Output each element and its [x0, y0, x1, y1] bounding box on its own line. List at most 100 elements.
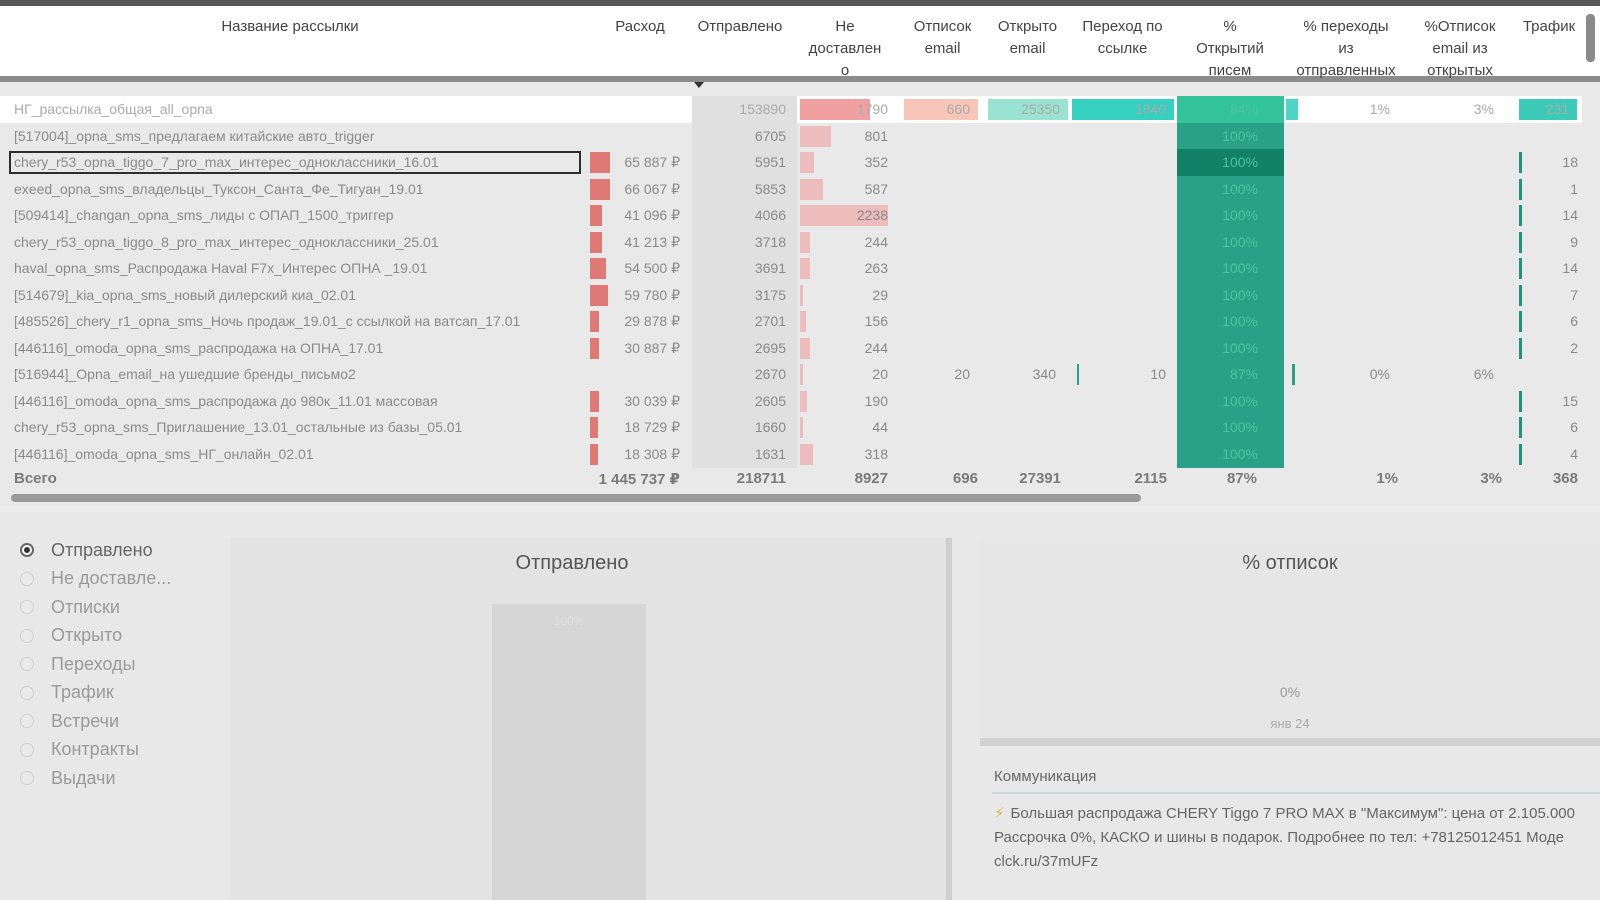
open-pct-cell: 100% — [1177, 255, 1284, 282]
table-row[interactable]: chery_r53_opna_tiggo_7_pro_max_интерес_о… — [0, 149, 1582, 176]
metric-label[interactable]: Открыто — [51, 625, 122, 646]
table-row[interactable]: [485526]_chery_r1_opna_sms_Ночь продаж_1… — [0, 308, 1582, 335]
table-row[interactable]: chery_r53_opna_sms_Приглашение_13.01_ост… — [0, 414, 1582, 441]
row-not-delivered: 244 — [864, 339, 888, 356]
row-name[interactable]: haval_opna_sms_Распродажа Haval F7x_Инте… — [14, 260, 574, 276]
header-name[interactable]: Название рассылки — [170, 16, 410, 38]
row-name[interactable]: chery_r53_opna_tiggo_8_pro_max_интерес_о… — [14, 234, 574, 250]
row-open-pct: 100% — [1222, 180, 1258, 197]
header-unsub-email[interactable]: Отписок email — [900, 16, 985, 60]
radio-icon[interactable] — [20, 685, 34, 700]
table-row[interactable]: [516944]_Opna_email_на ушедшие бренды_пи… — [0, 361, 1582, 388]
row-name[interactable]: [446116]_omoda_opna_sms_НГ_онлайн_02.01 — [14, 446, 574, 462]
radio-icon[interactable] — [20, 571, 34, 586]
row-traffic: 14 — [1562, 260, 1578, 276]
row-name[interactable]: [514679]_kia_opna_sms_новый дилерский ки… — [14, 287, 574, 303]
row-name[interactable]: [517004]_opna_sms_предлагаем китайские а… — [14, 128, 574, 144]
row-traffic: 1 — [1570, 180, 1578, 197]
open-pct-cell: 100% — [1177, 440, 1284, 468]
row-traffic: 15 — [1562, 392, 1578, 409]
metric-label[interactable]: Выдачи — [51, 768, 116, 789]
row-unsub-pct: 3% — [1473, 101, 1494, 117]
table-row[interactable]: [517004]_opna_sms_предлагаем китайские а… — [0, 122, 1582, 150]
radio-icon[interactable] — [20, 771, 34, 786]
total-click-pct: 1% — [1376, 470, 1398, 487]
row-sent: 2695 — [754, 339, 786, 356]
header-traffic[interactable]: Трафик — [1514, 16, 1584, 38]
table-row[interactable]: haval_opna_sms_Распродажа Haval F7x_Инте… — [0, 255, 1582, 282]
total-traffic: 368 — [1552, 470, 1578, 487]
table-row[interactable]: [446116]_omoda_opna_sms_НГ_онлайн_02.01 1… — [0, 440, 1582, 468]
metric-label[interactable]: Встречи — [51, 711, 119, 732]
metric-label[interactable]: Отписки — [51, 597, 120, 618]
row-name[interactable]: [509414]_changan_opna_sms_лиды с ОПАП_15… — [14, 207, 574, 223]
radio-icon[interactable] — [20, 657, 34, 672]
metric-option[interactable]: Выдачи — [20, 764, 171, 793]
radio-icon[interactable] — [20, 600, 34, 615]
sort-desc-icon[interactable] — [694, 82, 704, 88]
clicks-bar — [1077, 364, 1079, 385]
open-pct-cell: 84% — [1177, 96, 1284, 123]
header-unsub-pct[interactable]: %Отписок email из открытых — [1406, 16, 1514, 82]
row-name[interactable]: НГ_рассылка_общая_all_opna — [14, 101, 574, 117]
metric-label[interactable]: Отправлено — [51, 540, 153, 561]
open-pct-cell: 100% — [1177, 175, 1284, 203]
radio-icon[interactable] — [20, 742, 34, 757]
header-opened-email[interactable]: Открыто email — [985, 16, 1070, 60]
table-row[interactable]: [514679]_kia_opna_sms_новый дилерский ки… — [0, 281, 1582, 309]
row-name[interactable]: exeed_opna_sms_владельцы_Туксон_Санта_Фе… — [14, 181, 574, 197]
total-spend: 1 445 737 ₽ — [598, 471, 680, 488]
table-row[interactable]: НГ_рассылка_общая_all_opna 153890 1790 660 2… — [0, 96, 1582, 123]
traffic-bar — [1519, 337, 1522, 359]
header-sent[interactable]: Отправлено — [690, 16, 790, 38]
row-sent: 1631 — [754, 445, 786, 462]
metric-option[interactable]: Трафик — [20, 679, 171, 708]
row-name[interactable]: [446116]_omoda_opna_sms_распродажа до 98… — [14, 393, 574, 409]
chart-sent-bar[interactable] — [492, 604, 646, 900]
row-not-delivered: 156 — [864, 313, 888, 329]
table-row[interactable]: [446116]_omoda_opna_sms_распродажа на ОП… — [0, 334, 1582, 362]
metric-selector: Отправлено Не доставле... Отписки Открыто Пе… — [20, 536, 171, 793]
header-not-delivered[interactable]: Не доставлен о — [795, 16, 895, 82]
row-spend: 30 039 ₽ — [624, 392, 680, 409]
header-spend[interactable]: Расход — [600, 16, 680, 38]
header-clicks[interactable]: Переход по ссылке — [1070, 16, 1175, 60]
total-unsub: 696 — [952, 470, 978, 487]
table-row[interactable]: chery_r53_opna_tiggo_8_pro_max_интерес_о… — [0, 228, 1582, 256]
row-name[interactable]: [516944]_Opna_email_на ушедшие бренды_пи… — [14, 366, 574, 382]
metric-label[interactable]: Трафик — [51, 682, 114, 703]
row-spend: 54 500 ₽ — [624, 260, 680, 276]
header-click-pct[interactable]: % переходы из отправленных — [1286, 16, 1406, 82]
table-row[interactable]: [446116]_omoda_opna_sms_распродажа до 98… — [0, 387, 1582, 415]
horizontal-scrollbar[interactable] — [11, 494, 1141, 502]
metric-option[interactable]: Контракты — [20, 736, 171, 765]
row-sent: 153890 — [739, 101, 786, 117]
row-spend: 30 887 ₽ — [624, 339, 680, 356]
row-traffic: 6 — [1570, 313, 1578, 329]
lightning-icon: ⚡ — [994, 805, 1005, 822]
metric-option[interactable]: Отправлено — [20, 536, 171, 565]
table-row[interactable]: exeed_opna_sms_владельцы_Туксон_Санта_Фе… — [0, 175, 1582, 203]
metric-option[interactable]: Отписки — [20, 593, 171, 622]
metric-option[interactable]: Переходы — [20, 650, 171, 679]
metric-label[interactable]: Контракты — [51, 739, 139, 760]
radio-icon[interactable] — [20, 628, 34, 643]
row-name[interactable]: chery_r53_opna_sms_Приглашение_13.01_ост… — [14, 419, 574, 435]
metric-option[interactable]: Встречи — [20, 707, 171, 736]
mailing-table: Название рассылки Расход Отправлено Не д… — [0, 6, 1600, 506]
row-clicks: 1840 — [1072, 99, 1174, 120]
metric-option[interactable]: Не доставле... — [20, 565, 171, 594]
row-sent: 5951 — [754, 154, 786, 170]
traffic-bar — [1519, 417, 1522, 438]
row-name[interactable]: [485526]_chery_r1_opna_sms_Ночь продаж_1… — [14, 313, 574, 329]
radio-icon[interactable] — [20, 714, 34, 729]
metric-label[interactable]: Не доставле... — [51, 568, 171, 589]
radio-icon[interactable] — [20, 543, 34, 558]
metric-label[interactable]: Переходы — [51, 654, 135, 675]
table-row[interactable]: [509414]_changan_opna_sms_лиды с ОПАП_15… — [0, 202, 1582, 229]
header-open-pct[interactable]: % Открытий писем — [1178, 16, 1282, 82]
metric-option[interactable]: Открыто — [20, 622, 171, 651]
vertical-scrollbar[interactable] — [1586, 14, 1595, 62]
chart-sent-title: Отправлено — [515, 552, 629, 574]
row-name[interactable]: [446116]_omoda_opna_sms_распродажа на ОП… — [14, 340, 574, 356]
